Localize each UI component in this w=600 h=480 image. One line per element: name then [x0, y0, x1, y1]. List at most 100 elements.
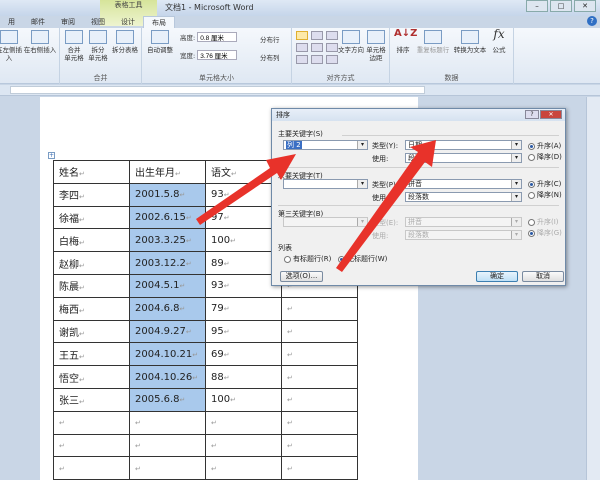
- secondary-type-select[interactable]: 拼音: [405, 179, 522, 189]
- repeat-header-button[interactable]: 重复标题行: [414, 30, 452, 54]
- horizontal-ruler[interactable]: [0, 85, 600, 96]
- split-table-button[interactable]: 拆分表格: [110, 30, 140, 54]
- table-cell[interactable]: 陈晨↵: [53, 273, 130, 298]
- maximize-button[interactable]: □: [550, 0, 572, 12]
- align-top-left-button[interactable]: [296, 31, 308, 40]
- vertical-scrollbar[interactable]: [586, 97, 600, 480]
- primary-descending-radio[interactable]: 降序(D): [528, 152, 562, 162]
- table-cell[interactable]: 88↵: [205, 365, 282, 389]
- align-middle-center-button[interactable]: [311, 43, 323, 52]
- secondary-key-select[interactable]: [283, 179, 368, 189]
- table-cell[interactable]: 2004.10.26↵: [129, 365, 206, 389]
- table-cell[interactable]: 79↵: [205, 296, 282, 321]
- distribute-rows-button[interactable]: 分布行: [260, 34, 280, 44]
- table-cell[interactable]: ↵: [129, 410, 206, 435]
- tab-view[interactable]: 视图: [83, 16, 113, 28]
- table-cell[interactable]: 2003.3.25↵: [129, 228, 206, 253]
- table-cell[interactable]: ↵: [53, 456, 130, 480]
- tab-references[interactable]: 用: [0, 16, 23, 28]
- secondary-ascending-radio[interactable]: 升序(C): [528, 179, 561, 189]
- table-cell[interactable]: 徐福↵: [53, 205, 130, 230]
- cancel-button[interactable]: 取消: [522, 271, 564, 282]
- table-cell[interactable]: 2003.12.2↵: [129, 251, 206, 275]
- table-cell[interactable]: 2004.6.8↵: [129, 296, 206, 321]
- table-cell[interactable]: ↵: [281, 342, 358, 367]
- width-input[interactable]: [197, 50, 238, 60]
- primary-key-select[interactable]: 列 2: [283, 140, 368, 150]
- options-button[interactable]: 选项(O)...: [280, 271, 323, 282]
- table-cell[interactable]: ↵: [205, 410, 282, 435]
- text-direction-button[interactable]: 文字方向: [338, 30, 364, 54]
- table-cell[interactable]: ↵: [205, 456, 282, 480]
- table-cell[interactable]: 2004.9.27↵: [129, 319, 206, 344]
- table-cell[interactable]: ↵: [281, 365, 358, 389]
- table-cell[interactable]: ↵: [281, 456, 358, 480]
- table-cell[interactable]: ↵: [281, 433, 358, 458]
- align-bottom-right-button[interactable]: [326, 55, 338, 64]
- insert-left-button[interactable]: 在左侧插入: [0, 30, 24, 62]
- convert-to-text-button[interactable]: 转换为文本: [452, 30, 488, 54]
- table-cell[interactable]: 2002.6.15↵: [129, 205, 206, 230]
- table-cell[interactable]: 69↵: [205, 342, 282, 367]
- primary-ascending-radio[interactable]: 升序(A): [528, 141, 561, 151]
- third-type-select[interactable]: 拼音: [405, 217, 522, 227]
- table-cell[interactable]: ↵: [53, 433, 130, 458]
- third-key-select[interactable]: [283, 217, 368, 227]
- table-cell[interactable]: 张三↵: [53, 387, 130, 412]
- has-header-radio[interactable]: 有标题行(R): [284, 254, 331, 264]
- tab-review[interactable]: 审阅: [53, 16, 83, 28]
- merge-cells-button[interactable]: 合并 单元格: [62, 30, 86, 62]
- table-cell[interactable]: ↵: [281, 387, 358, 412]
- table-cell[interactable]: ↵: [281, 296, 358, 321]
- table-cell[interactable]: ↵: [53, 410, 130, 435]
- align-bottom-center-button[interactable]: [311, 55, 323, 64]
- header-cell[interactable]: 出生年月↵: [129, 160, 206, 184]
- third-descending-radio[interactable]: 降序(G): [528, 228, 562, 238]
- table-cell[interactable]: 2005.6.8↵: [129, 387, 206, 412]
- table-cell[interactable]: 李四↵: [53, 182, 130, 207]
- ok-button[interactable]: 确定: [476, 271, 518, 282]
- align-top-right-button[interactable]: [326, 31, 338, 40]
- table-cell[interactable]: 王五↵: [53, 342, 130, 367]
- table-cell[interactable]: 2001.5.8↵: [129, 182, 206, 207]
- table-cell[interactable]: 赵柳↵: [53, 251, 130, 275]
- table-cell[interactable]: 梅西↵: [53, 296, 130, 321]
- no-header-radio[interactable]: 无标题行(W): [338, 254, 387, 264]
- help-icon[interactable]: ?: [587, 16, 597, 26]
- table-cell[interactable]: 2004.10.21↵: [129, 342, 206, 367]
- align-middle-right-button[interactable]: [326, 43, 338, 52]
- split-cells-button[interactable]: 拆分 单元格: [86, 30, 110, 62]
- align-bottom-left-button[interactable]: [296, 55, 308, 64]
- table-cell[interactable]: 悟空↵: [53, 365, 130, 389]
- dialog-close-button[interactable]: ✕: [540, 110, 562, 119]
- third-using-select[interactable]: 段落数: [405, 230, 522, 240]
- table-cell[interactable]: 2004.5.1↵: [129, 273, 206, 298]
- insert-right-button[interactable]: 在右侧插入: [22, 30, 58, 54]
- formula-button[interactable]: fx 公式: [488, 28, 510, 54]
- table-cell[interactable]: ↵: [129, 433, 206, 458]
- table-cell[interactable]: ↵: [281, 410, 358, 435]
- third-ascending-radio[interactable]: 升序(I): [528, 217, 559, 227]
- table-move-handle-icon[interactable]: +: [48, 152, 55, 159]
- table-cell[interactable]: ↵: [129, 456, 206, 480]
- table-cell[interactable]: 100↵: [205, 387, 282, 412]
- table-cell[interactable]: 95↵: [205, 319, 282, 344]
- align-top-center-button[interactable]: [311, 31, 323, 40]
- header-cell[interactable]: 姓名↵: [53, 160, 130, 184]
- primary-using-select[interactable]: 段落数: [405, 153, 522, 163]
- cell-margins-button[interactable]: 单元格 边距: [364, 30, 388, 62]
- align-middle-left-button[interactable]: [296, 43, 308, 52]
- sort-button[interactable]: A↓Z 排序: [392, 29, 417, 55]
- close-button[interactable]: ✕: [574, 0, 596, 12]
- height-input[interactable]: [197, 32, 238, 42]
- tab-design[interactable]: 设计: [113, 16, 143, 28]
- dialog-help-button[interactable]: ?: [525, 110, 539, 119]
- table-cell[interactable]: ↵: [205, 433, 282, 458]
- minimize-button[interactable]: –: [526, 0, 548, 12]
- autofit-button[interactable]: 自动调整: [144, 30, 176, 54]
- table-cell[interactable]: ↵: [281, 319, 358, 344]
- tab-layout[interactable]: 布局: [143, 16, 175, 28]
- primary-type-select[interactable]: 日期: [405, 140, 522, 150]
- secondary-using-select[interactable]: 段落数: [405, 192, 522, 202]
- table-cell[interactable]: 白梅↵: [53, 228, 130, 253]
